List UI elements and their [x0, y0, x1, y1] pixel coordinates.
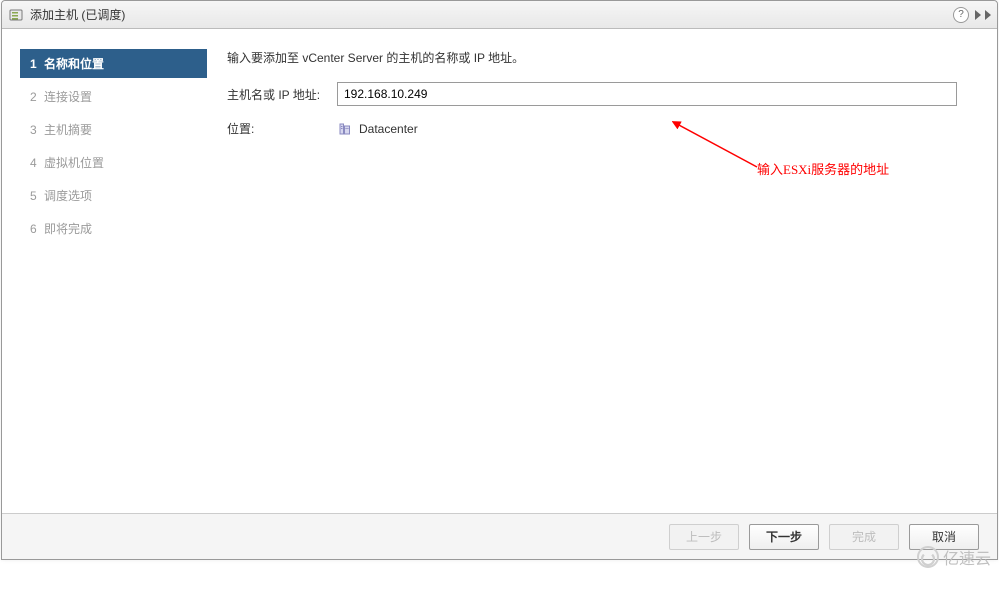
step-label: 名称和位置	[44, 55, 104, 72]
step-name-location[interactable]: 1 名称和位置	[20, 49, 207, 78]
dialog-footer: 上一步 下一步 完成 取消	[2, 513, 997, 559]
watermark-logo-icon	[917, 546, 939, 568]
step-schedule-options: 5 调度选项	[20, 181, 207, 210]
wizard-sidebar: 1 名称和位置 2 连接设置 3 主机摘要 4 虚拟机位置 5 调度选项 6 即…	[2, 29, 217, 513]
dialog-titlebar: 添加主机 (已调度) ?	[2, 1, 997, 29]
step-vm-location: 4 虚拟机位置	[20, 148, 207, 177]
hostname-row: 主机名或 IP 地址:	[227, 82, 977, 106]
location-row: 位置: Datacenter	[227, 120, 977, 137]
help-icon[interactable]: ?	[953, 7, 969, 23]
hostname-input[interactable]	[337, 82, 957, 106]
annotation-text: 输入ESXi服务器的地址	[757, 159, 889, 178]
step-label: 连接设置	[44, 88, 92, 105]
finish-button: 完成	[829, 524, 899, 550]
hostname-label: 主机名或 IP 地址:	[227, 86, 337, 103]
dialog-title: 添加主机 (已调度)	[30, 6, 125, 23]
step-connection: 2 连接设置	[20, 82, 207, 111]
step-label: 虚拟机位置	[44, 154, 104, 171]
step-host-summary: 3 主机摘要	[20, 115, 207, 144]
step-label: 主机摘要	[44, 121, 92, 138]
instruction-text: 输入要添加至 vCenter Server 的主机的名称或 IP 地址。	[227, 49, 977, 66]
location-label: 位置:	[227, 120, 337, 137]
watermark-text: 亿速云	[943, 545, 991, 569]
expand-icon-2[interactable]	[985, 10, 991, 20]
host-icon	[8, 7, 24, 23]
location-value: Datacenter	[337, 121, 418, 137]
watermark: 亿速云	[917, 545, 991, 569]
back-button: 上一步	[669, 524, 739, 550]
expand-icon[interactable]	[975, 10, 981, 20]
next-button[interactable]: 下一步	[749, 524, 819, 550]
location-text: Datacenter	[359, 122, 418, 136]
step-ready-complete: 6 即将完成	[20, 214, 207, 243]
wizard-content: 输入要添加至 vCenter Server 的主机的名称或 IP 地址。 主机名…	[217, 29, 997, 513]
step-label: 即将完成	[44, 220, 92, 237]
dialog-body: 1 名称和位置 2 连接设置 3 主机摘要 4 虚拟机位置 5 调度选项 6 即…	[2, 29, 997, 513]
datacenter-icon	[337, 121, 353, 137]
add-host-dialog: 添加主机 (已调度) ? 1 名称和位置 2 连接设置 3 主机摘要 4 虚拟机…	[1, 0, 998, 560]
step-label: 调度选项	[44, 187, 92, 204]
